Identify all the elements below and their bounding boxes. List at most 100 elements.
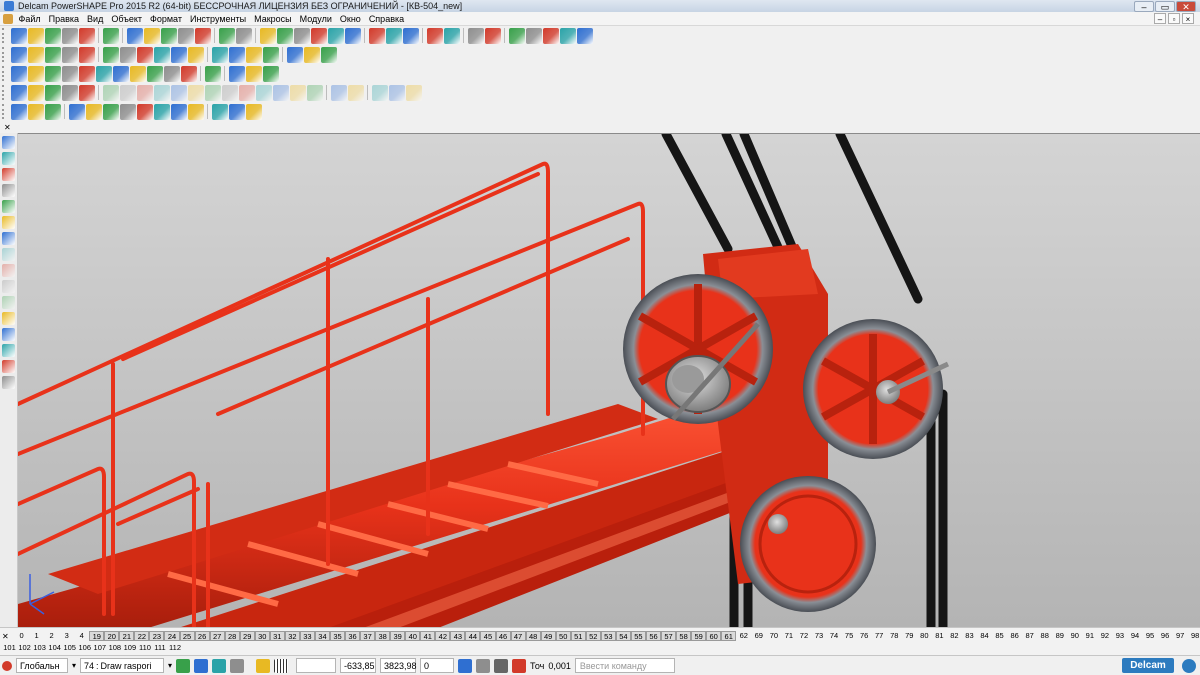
- left-tool-6-icon[interactable]: [2, 216, 15, 229]
- tr4-tool-6-icon[interactable]: [102, 84, 119, 101]
- level-button[interactable]: 75: [842, 631, 857, 641]
- left-tool-1-icon[interactable]: [2, 136, 15, 149]
- delete-icon[interactable]: [230, 658, 245, 673]
- level-button[interactable]: 28: [224, 631, 240, 641]
- tr4-tool-5-icon[interactable]: [78, 84, 95, 101]
- snap-grid-icon[interactable]: [194, 658, 209, 673]
- tr1-tool-28-icon[interactable]: [525, 27, 542, 44]
- level-button[interactable]: 25: [179, 631, 195, 641]
- level-button[interactable]: 111: [152, 643, 167, 653]
- document-icon[interactable]: [2, 13, 13, 24]
- tr5-tool-14-icon[interactable]: [245, 103, 262, 120]
- tr1-tool-10-icon[interactable]: [177, 27, 194, 44]
- tr4-tool-7-icon[interactable]: [119, 84, 136, 101]
- tr1-tool-31-icon[interactable]: [576, 27, 593, 44]
- tr4-tool-9-icon[interactable]: [153, 84, 170, 101]
- level-button[interactable]: 21: [119, 631, 135, 641]
- tr5-tool-3-icon[interactable]: [44, 103, 61, 120]
- tr3-tool-2-icon[interactable]: [27, 65, 44, 82]
- tr2-tool-3-icon[interactable]: [44, 46, 61, 63]
- level-button[interactable]: 47: [510, 631, 526, 641]
- left-tool-10-icon[interactable]: [2, 280, 15, 293]
- menu-object[interactable]: Объект: [107, 12, 146, 26]
- tr1-tool-9-icon[interactable]: [160, 27, 177, 44]
- level-button[interactable]: 51: [570, 631, 586, 641]
- level-button[interactable]: 3: [59, 631, 74, 641]
- level-button[interactable]: 94: [1127, 631, 1142, 641]
- tr4-tool-18-icon[interactable]: [306, 84, 323, 101]
- level-button[interactable]: 85: [992, 631, 1007, 641]
- level-button[interactable]: 38: [375, 631, 391, 641]
- tr2-tool-4-icon[interactable]: [61, 46, 78, 63]
- level-button[interactable]: 91: [1082, 631, 1097, 641]
- tr1-tool-27-icon[interactable]: [508, 27, 525, 44]
- level-button[interactable]: 83: [962, 631, 977, 641]
- level-button[interactable]: 78: [887, 631, 902, 641]
- tr3-tool-14-icon[interactable]: [245, 65, 262, 82]
- tr4-tool-19-icon[interactable]: [330, 84, 347, 101]
- tr2-tool-12-icon[interactable]: [211, 46, 228, 63]
- level-button[interactable]: 41: [420, 631, 436, 641]
- level-button[interactable]: 105: [62, 643, 77, 653]
- tr1-tool-16-icon[interactable]: [293, 27, 310, 44]
- tr4-tool-15-icon[interactable]: [255, 84, 272, 101]
- tr1-tool-17-icon[interactable]: [310, 27, 327, 44]
- level-button[interactable]: 73: [811, 631, 826, 641]
- tr1-tool-6-icon[interactable]: [102, 27, 119, 44]
- level-button[interactable]: 93: [1112, 631, 1127, 641]
- settings-icon[interactable]: [476, 658, 491, 673]
- tr3-tool-15-icon[interactable]: [262, 65, 279, 82]
- tr1-tool-1-icon[interactable]: [10, 27, 27, 44]
- level-button[interactable]: 74: [827, 631, 842, 641]
- maximize-button[interactable]: ▭: [1155, 0, 1175, 12]
- left-tool-14-icon[interactable]: [2, 344, 15, 357]
- menu-modules[interactable]: Модули: [296, 12, 336, 26]
- tr2-tool-16-icon[interactable]: [286, 46, 303, 63]
- tr1-tool-20-icon[interactable]: [368, 27, 385, 44]
- tr4-tool-3-icon[interactable]: [44, 84, 61, 101]
- tr4-tool-2-icon[interactable]: [27, 84, 44, 101]
- level-button[interactable]: 23: [149, 631, 165, 641]
- level-button[interactable]: 20: [104, 631, 120, 641]
- tr2-tool-14-icon[interactable]: [245, 46, 262, 63]
- left-tool-5-icon[interactable]: [2, 200, 15, 213]
- workplane-snap-icon[interactable]: [212, 658, 227, 673]
- level-button[interactable]: 46: [495, 631, 511, 641]
- calculator-icon[interactable]: [458, 658, 473, 673]
- left-tool-4-icon[interactable]: [2, 184, 15, 197]
- level-button[interactable]: 103: [32, 643, 47, 653]
- tr3-tool-13-icon[interactable]: [228, 65, 245, 82]
- tr1-tool-30-icon[interactable]: [559, 27, 576, 44]
- level-button[interactable]: 62: [736, 631, 751, 641]
- level-select[interactable]: 74 : Draw raspori: [80, 658, 165, 673]
- left-tool-16-icon[interactable]: [2, 376, 15, 389]
- level-button[interactable]: 37: [360, 631, 376, 641]
- tr2-tool-17-icon[interactable]: [303, 46, 320, 63]
- tr2-tool-11-icon[interactable]: [187, 46, 204, 63]
- left-tool-15-icon[interactable]: [2, 360, 15, 373]
- mdi-restore-button[interactable]: ▫: [1168, 13, 1180, 24]
- grid-icon[interactable]: [274, 658, 289, 673]
- left-tool-12-icon[interactable]: [2, 312, 15, 325]
- tr3-tool-3-icon[interactable]: [44, 65, 61, 82]
- tr2-tool-15-icon[interactable]: [262, 46, 279, 63]
- level-button[interactable]: 82: [947, 631, 962, 641]
- level-button[interactable]: 76: [857, 631, 872, 641]
- level-button[interactable]: 52: [585, 631, 601, 641]
- left-tool-3-icon[interactable]: [2, 168, 15, 181]
- tr4-tool-13-icon[interactable]: [221, 84, 238, 101]
- tr2-tool-18-icon[interactable]: [320, 46, 337, 63]
- close-icon[interactable]: ✕: [2, 632, 14, 641]
- tr1-tool-13-icon[interactable]: [235, 27, 252, 44]
- tr5-tool-2-icon[interactable]: [27, 103, 44, 120]
- tr4-tool-12-icon[interactable]: [204, 84, 221, 101]
- tr5-tool-5-icon[interactable]: [85, 103, 102, 120]
- tr1-tool-8-icon[interactable]: [143, 27, 160, 44]
- tr4-tool-4-icon[interactable]: [61, 84, 78, 101]
- mdi-minimize-button[interactable]: –: [1154, 13, 1166, 24]
- level-button[interactable]: 71: [781, 631, 796, 641]
- tr3-tool-9-icon[interactable]: [146, 65, 163, 82]
- level-button[interactable]: 59: [691, 631, 707, 641]
- level-button[interactable]: 89: [1052, 631, 1067, 641]
- level-button[interactable]: 43: [450, 631, 466, 641]
